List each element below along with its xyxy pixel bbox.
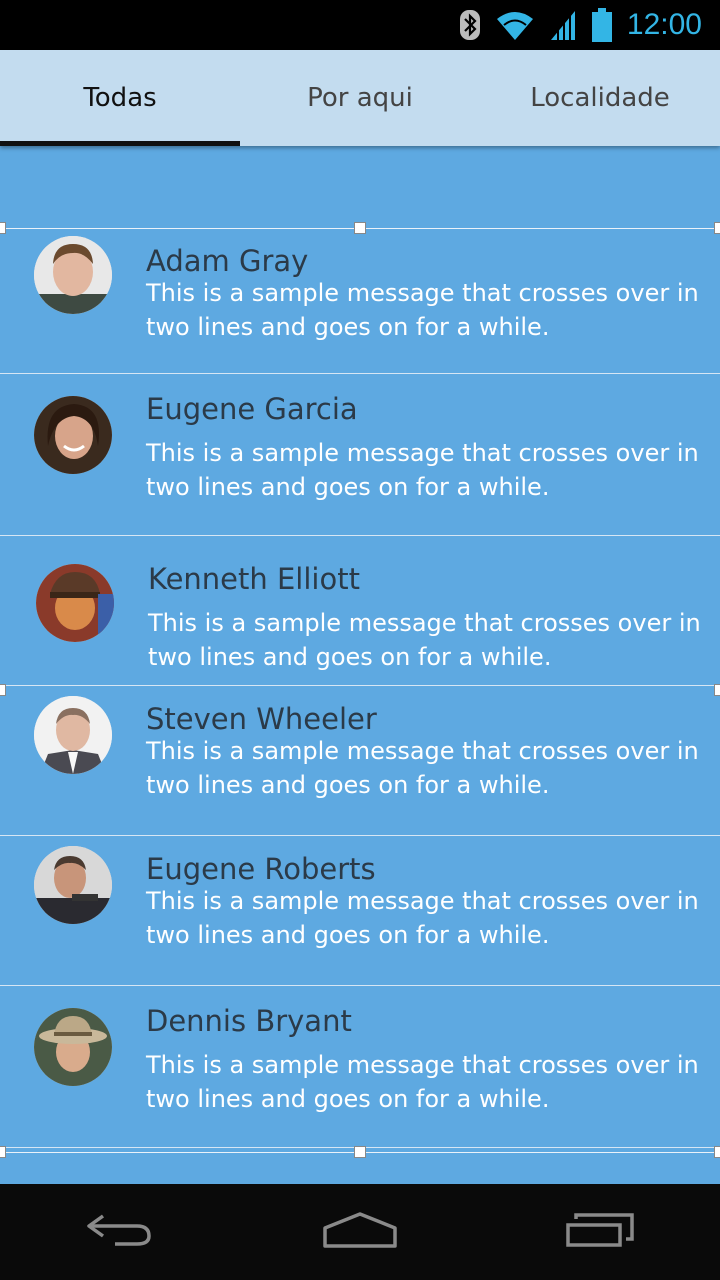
resize-handle[interactable] (0, 1146, 6, 1158)
navigation-bar (0, 1184, 720, 1280)
avatar (34, 1008, 112, 1086)
contact-message: This is a sample message that crosses ov… (146, 737, 699, 799)
resize-handle[interactable] (714, 684, 720, 696)
avatar (34, 696, 112, 774)
contact-message: This is a sample message that crosses ov… (146, 887, 699, 949)
wifi-icon (495, 9, 535, 41)
bluetooth-icon (459, 9, 481, 41)
back-button[interactable] (70, 1202, 170, 1262)
battery-icon (591, 8, 613, 42)
contact-name: Eugene Roberts (146, 852, 376, 886)
resize-handle[interactable] (0, 684, 6, 696)
list-item[interactable]: Eugene Roberts This is a sample message … (0, 836, 720, 986)
recents-icon (564, 1211, 636, 1253)
avatar (34, 236, 112, 314)
contact-name: Eugene Garcia (146, 392, 358, 426)
signal-icon (549, 9, 577, 41)
avatar (34, 846, 112, 924)
list-item[interactable]: Steven Wheeler This is a sample message … (0, 686, 720, 836)
resize-handle[interactable] (354, 1146, 366, 1158)
contact-message: This is a sample message that crosses ov… (146, 279, 699, 341)
contact-list-panel: Adam Gray This is a sample message that … (0, 146, 720, 1184)
contact-message: This is a sample message that crosses ov… (146, 1051, 699, 1113)
tab-por-aqui[interactable]: Por aqui (240, 50, 480, 146)
tab-bar: Todas Por aqui Localidade (0, 50, 720, 146)
status-clock: 12:00 (626, 8, 702, 41)
list-item[interactable]: Adam Gray This is a sample message that … (0, 228, 720, 374)
contact-name: Adam Gray (146, 244, 309, 278)
tab-todas[interactable]: Todas (0, 50, 240, 146)
tab-localidade[interactable]: Localidade (480, 50, 720, 146)
resize-handle[interactable] (714, 1146, 720, 1158)
contact-name: Dennis Bryant (146, 1004, 352, 1038)
list-item[interactable]: Eugene Garcia This is a sample message t… (0, 374, 720, 536)
contact-name: Steven Wheeler (146, 702, 377, 736)
list-item[interactable]: Dennis Bryant This is a sample message t… (0, 986, 720, 1148)
home-icon (322, 1210, 398, 1254)
recents-button[interactable] (550, 1202, 650, 1262)
contact-name: Kenneth Elliott (148, 562, 360, 596)
contact-message: This is a sample message that crosses ov… (148, 609, 701, 671)
back-icon (85, 1212, 155, 1252)
contact-list: Adam Gray This is a sample message that … (0, 228, 720, 1148)
contact-message: This is a sample message that crosses ov… (146, 439, 699, 501)
list-item[interactable]: Kenneth Elliott This is a sample message… (0, 536, 720, 686)
home-button[interactable] (310, 1202, 410, 1262)
status-bar: 12:00 (0, 0, 720, 50)
avatar (34, 396, 112, 474)
avatar (36, 564, 114, 642)
